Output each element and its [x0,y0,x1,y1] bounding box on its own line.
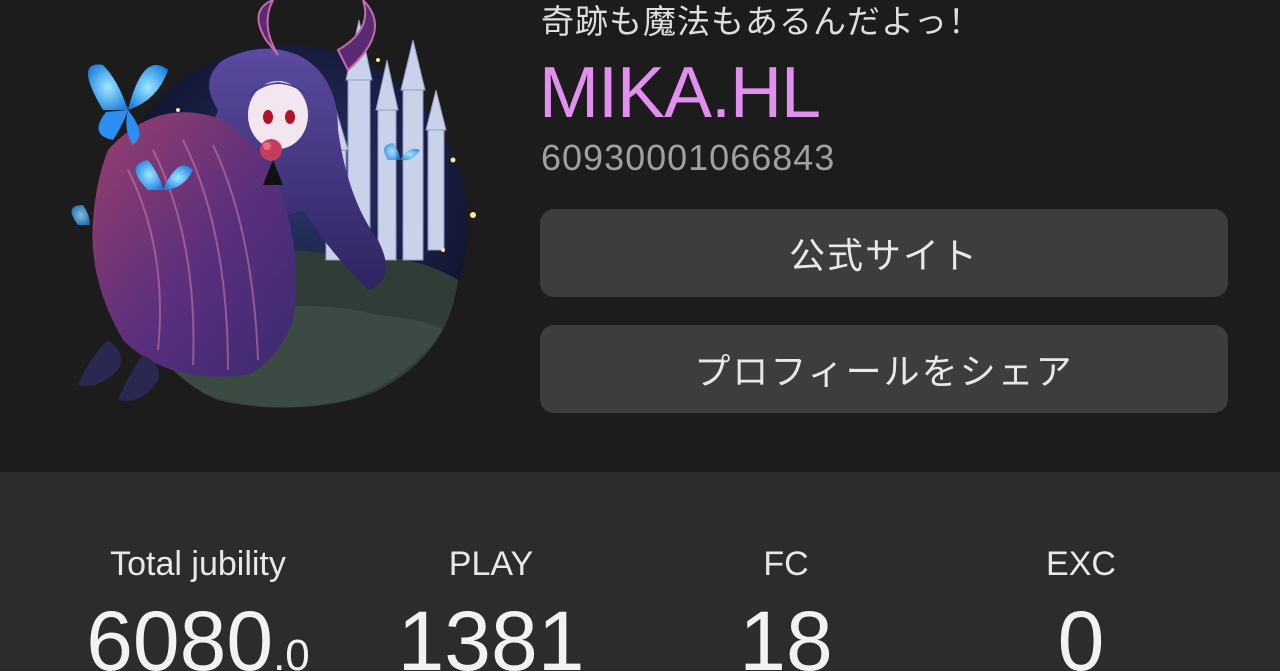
stat-value: 6080.0 [38,596,358,671]
stat-play: PLAY 1381 [331,472,651,671]
stat-label: FC [763,545,809,583]
stat-label: PLAY [448,545,534,583]
stat-value: 1381 [397,594,585,671]
stat-total-jubility: Total jubility 6080.0 [38,472,358,671]
stat-value-decimal: .0 [273,631,310,671]
stat-value: 18 [739,594,833,671]
official-site-label: 公式サイト [788,236,979,277]
profile-header: 奇跡も魔法もあるんだよっ！ MIKA.HL 60930001066843 公式サ… [0,0,1280,472]
share-profile-button[interactable]: プロフィールをシェア [540,325,1228,413]
stat-exc: EXC 0 [921,472,1241,671]
share-profile-label: プロフィールをシェア [694,352,1074,393]
player-profile-page: 奇跡も魔法もあるんだよっ！ MIKA.HL 60930001066843 公式サ… [0,0,1280,671]
player-avatar [48,0,488,420]
stat-value: 0 [1057,594,1105,671]
stat-label: EXC [1046,545,1116,583]
player-id: 60930001066843 [541,137,836,178]
player-name: MIKA.HL [539,53,821,133]
stat-label: Total jubility [110,545,286,583]
stats-panel: Total jubility 6080.0 PLAY 1381 FC 18 EX… [0,472,1280,671]
stat-value-integer: 6080 [86,594,274,671]
stat-fc: FC 18 [626,472,946,671]
player-comment: 奇跡も魔法もあるんだよっ！ [541,2,983,41]
official-site-button[interactable]: 公式サイト [540,209,1228,297]
